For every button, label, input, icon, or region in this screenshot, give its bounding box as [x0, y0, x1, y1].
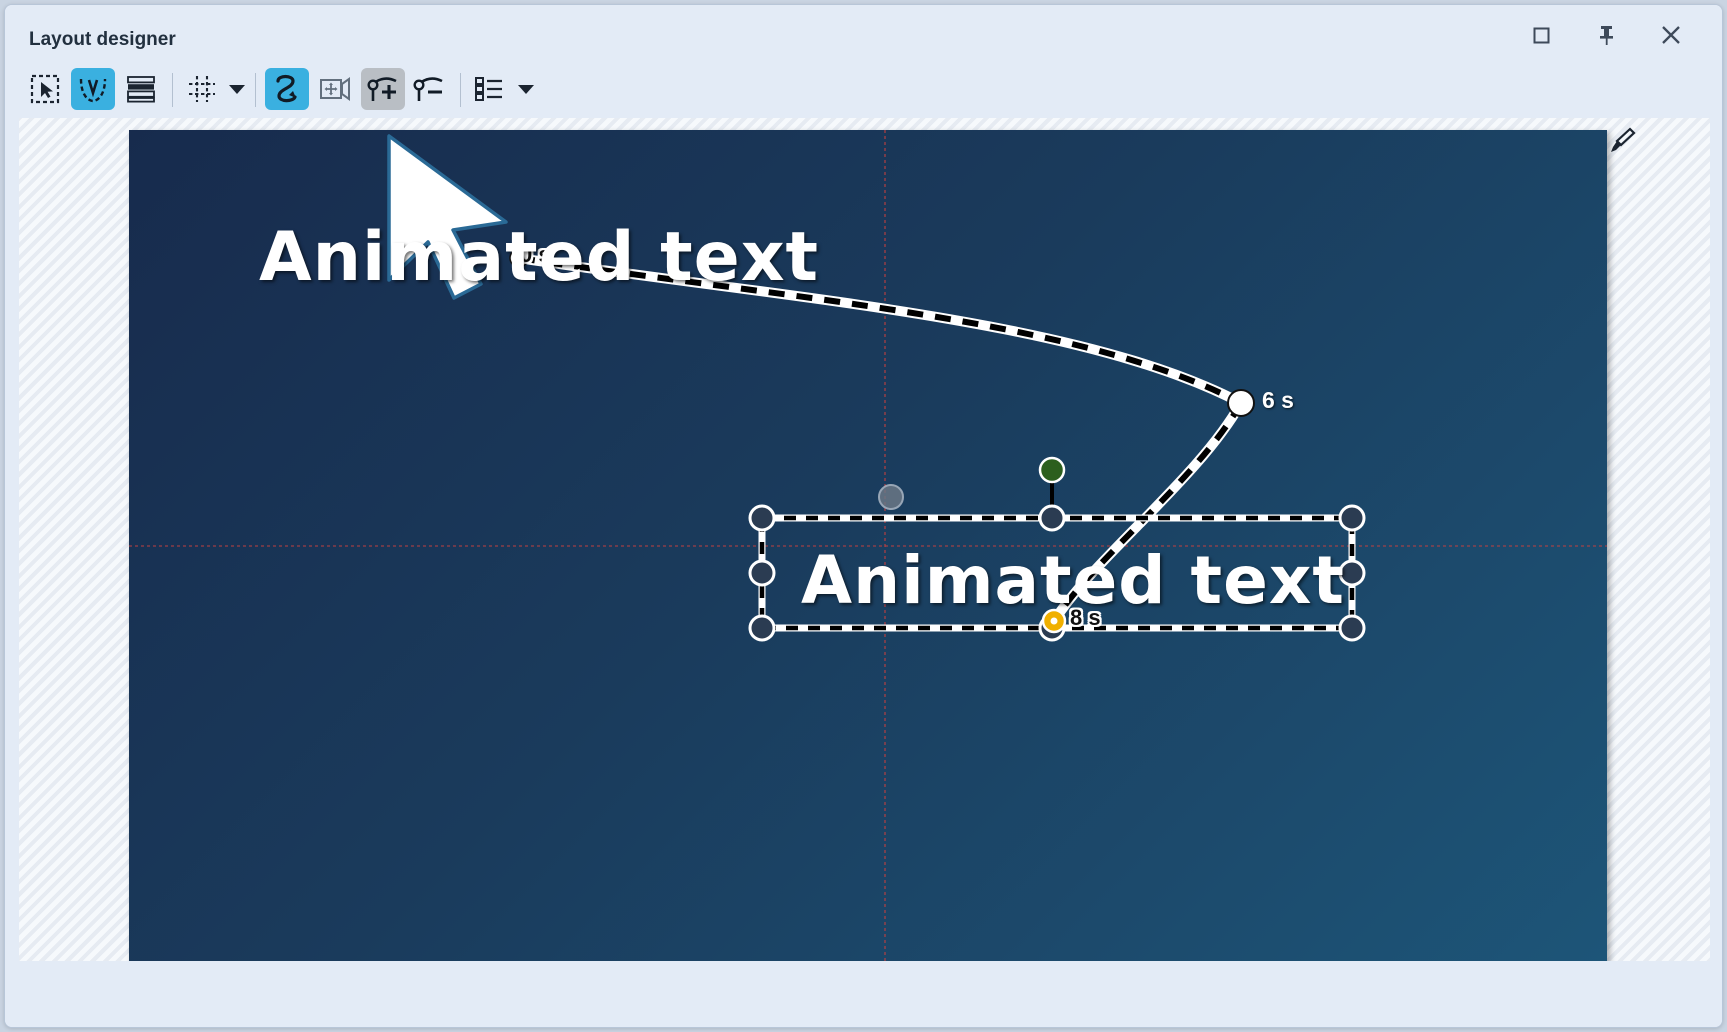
toolbar-divider-2 [255, 73, 256, 107]
add-keyframe-tool[interactable] [361, 68, 405, 110]
path-visibility-toggle[interactable] [71, 68, 115, 110]
properties-dropdown[interactable] [513, 68, 539, 110]
curved-arrow-icon [271, 73, 303, 105]
grid-tool[interactable] [182, 68, 222, 110]
move-frame-tool[interactable] [313, 68, 357, 110]
playback-bar: 00:00.000 Live preview [5, 961, 1722, 1027]
toolbar-divider-1 [172, 73, 173, 107]
grid-dropdown[interactable] [224, 68, 250, 110]
restore-icon [1532, 26, 1551, 45]
select-tool[interactable] [23, 68, 67, 110]
animated-text-start[interactable]: Animated text [259, 218, 819, 297]
page-title: Layout designer [29, 29, 176, 51]
grid-snap-icon [188, 75, 216, 103]
close-button[interactable] [1654, 18, 1688, 52]
top-toolbar: Time mark: s [5, 63, 1722, 115]
toolbar-divider-3 [460, 73, 461, 107]
bullet-list-icon [474, 75, 504, 103]
pin-button[interactable] [1589, 18, 1623, 52]
animated-text-selected[interactable]: Animated text [801, 542, 1345, 619]
layers-tool[interactable] [119, 68, 163, 110]
layout-designer-window: Layout designer [4, 4, 1723, 1028]
title-bar: Layout designer [5, 5, 1722, 57]
chevron-down-icon [517, 84, 535, 95]
move-camera-icon [319, 76, 351, 102]
pin-icon [1597, 25, 1616, 46]
paintbrush-icon [1608, 127, 1636, 155]
remove-node-icon [412, 75, 446, 103]
freehand-path-tool[interactable] [265, 68, 309, 110]
motion-path-icon [77, 74, 109, 104]
canvas-workspace[interactable]: 0 s 6 s 8 s Animated text Animated text [19, 118, 1710, 963]
keyframe-label-6: 6 s [1262, 387, 1294, 414]
restore-button[interactable] [1524, 18, 1558, 52]
close-icon [1660, 24, 1682, 46]
selection-rectangle-icon [30, 74, 60, 104]
properties-list-tool[interactable] [468, 68, 510, 110]
stacked-bars-icon [126, 75, 156, 103]
chevron-down-icon [228, 84, 246, 95]
remove-keyframe-tool[interactable] [407, 68, 451, 110]
brush-tool-button[interactable] [1608, 127, 1636, 160]
add-node-icon [366, 75, 400, 103]
